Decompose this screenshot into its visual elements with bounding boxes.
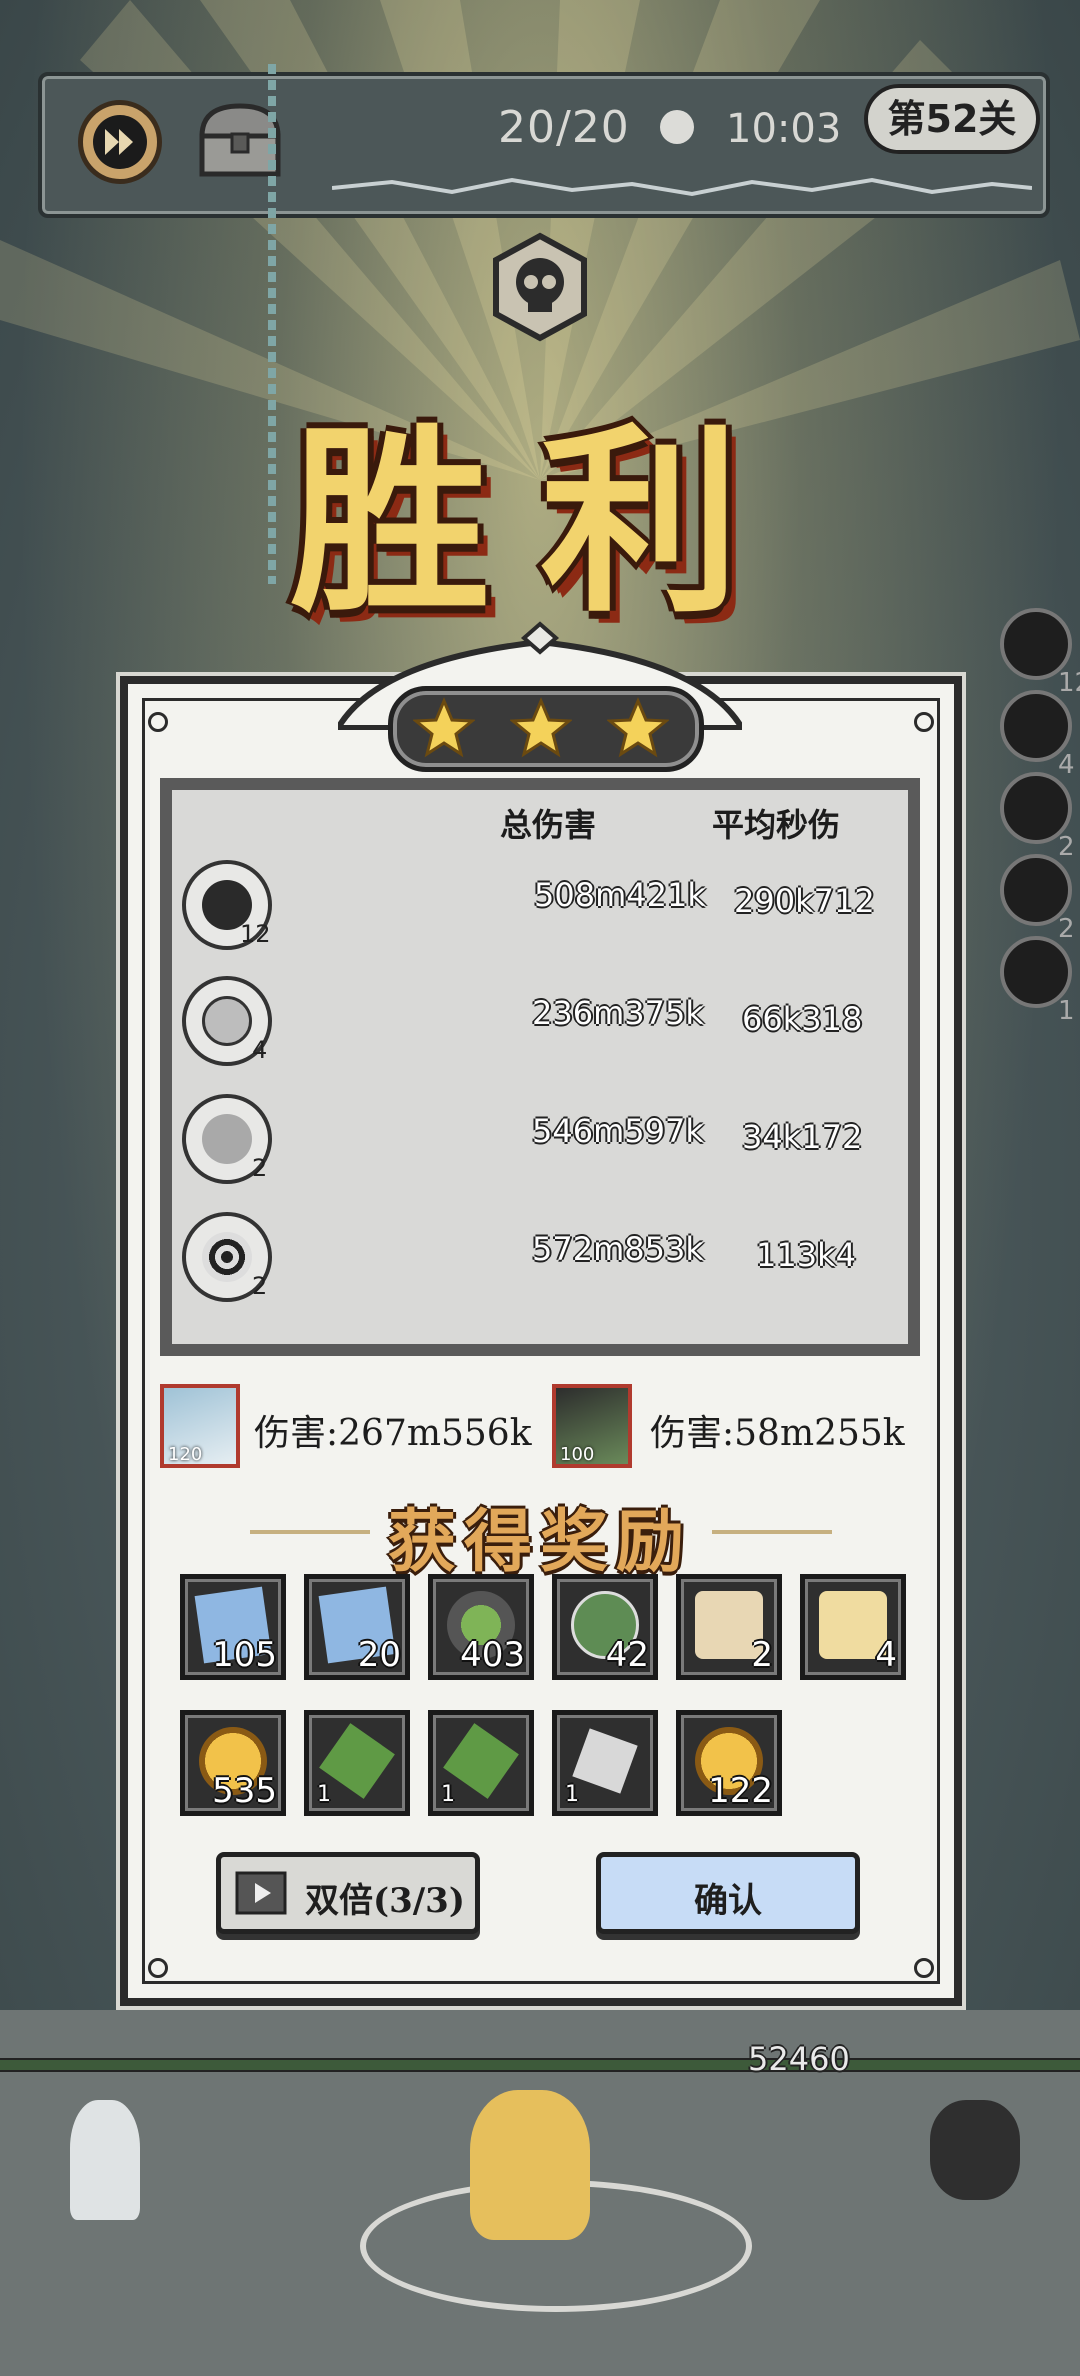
skill-count: 2	[252, 1272, 268, 1300]
confirm-button[interactable]: 确认	[596, 1852, 860, 1934]
reward-item[interactable]: 20	[304, 1574, 410, 1680]
double-reward-button[interactable]: 双倍(3/3)	[216, 1852, 480, 1934]
wave-counter: 20/20	[498, 102, 630, 153]
base-health-bar	[0, 2058, 1080, 2072]
skull-icon	[493, 232, 587, 342]
item-quantity: 1	[441, 1782, 455, 1807]
reward-item[interactable]: 535	[180, 1710, 286, 1816]
level-badge: 第52关	[864, 84, 1040, 154]
header-avg-dps: 平均秒伤	[712, 806, 841, 844]
hanging-chain	[268, 64, 276, 584]
star-icon	[607, 697, 669, 758]
total-damage-value: 236m375k	[532, 994, 704, 1032]
avg-dps-value: 34k172	[742, 1118, 863, 1156]
reward-item[interactable]: 4	[800, 1574, 906, 1680]
hero-character	[470, 2090, 590, 2240]
item-quantity: 1	[565, 1782, 579, 1807]
confirm-button-label: 确认	[694, 1881, 762, 1921]
reward-item[interactable]: 122	[676, 1710, 782, 1816]
item-quantity: 403	[460, 1635, 525, 1675]
hero-level: 100	[560, 1444, 595, 1465]
item-quantity: 122	[708, 1771, 773, 1811]
side-skill-count: 4	[1058, 750, 1075, 780]
item-quantity: 2	[751, 1635, 773, 1675]
dark-character	[930, 2100, 1020, 2200]
video-play-icon	[235, 1871, 287, 1915]
side-skill-count: 1	[1058, 996, 1075, 1026]
base-health-value: 52460	[748, 2040, 850, 2078]
corner-ornament	[148, 1958, 168, 1978]
hero-damage: 伤害:267m556k	[254, 1413, 532, 1454]
item-quantity: 42	[605, 1635, 649, 1675]
avg-dps-value: 290k712	[734, 882, 875, 920]
side-skill-count: 12	[1058, 668, 1080, 698]
fast-forward-icon	[93, 115, 147, 169]
victory-title: 胜利	[290, 405, 791, 640]
divider	[712, 1530, 832, 1534]
total-damage-value: 572m853k	[532, 1230, 704, 1268]
star-rating	[388, 686, 704, 772]
hero-damage: 伤害:58m255k	[650, 1413, 905, 1454]
reward-item[interactable]: 105	[180, 1574, 286, 1680]
star-icon	[413, 697, 475, 758]
reward-item[interactable]: 2	[676, 1574, 782, 1680]
corner-ornament	[914, 712, 934, 732]
skill-count: 12	[240, 920, 271, 948]
double-button-label: 双倍(3/3)	[305, 1881, 465, 1921]
reward-item[interactable]: 403	[428, 1574, 534, 1680]
fast-forward-button[interactable]	[78, 100, 162, 184]
hero-level: 120	[168, 1444, 203, 1465]
star-icon	[510, 697, 572, 758]
skill-count: 2	[252, 1154, 268, 1182]
divider	[250, 1530, 370, 1534]
top-hud: 20/20 10:03 第52关	[38, 72, 1050, 218]
battle-timer: 10:03	[726, 106, 842, 152]
side-skill-count: 2	[1058, 832, 1075, 862]
clock-icon	[660, 110, 694, 144]
wave-progress-lightning	[332, 177, 1032, 197]
item-quantity: 1	[317, 1782, 331, 1807]
reward-item[interactable]: 1	[428, 1710, 534, 1816]
reward-item[interactable]: 1	[552, 1710, 658, 1816]
reward-item[interactable]: 1	[304, 1710, 410, 1816]
item-quantity: 105	[212, 1635, 277, 1675]
skill-count: 4	[252, 1036, 268, 1064]
total-damage-value: 508m421k	[534, 876, 706, 914]
silver-ore-icon	[572, 1728, 638, 1794]
side-skill-count: 2	[1058, 914, 1075, 944]
rewards-title: 获得奖励	[387, 1502, 692, 1582]
corner-ornament	[914, 1958, 934, 1978]
ghost-character	[70, 2100, 140, 2220]
item-quantity: 4	[875, 1635, 897, 1675]
header-total-damage: 总伤害	[500, 806, 597, 844]
avg-dps-value: 113k4	[756, 1236, 856, 1274]
item-quantity: 20	[357, 1635, 401, 1675]
avg-dps-value: 66k318	[742, 1000, 863, 1038]
item-quantity: 535	[212, 1771, 277, 1811]
reward-item[interactable]: 42	[552, 1574, 658, 1680]
corner-ornament	[148, 712, 168, 732]
total-damage-value: 546m597k	[532, 1112, 704, 1150]
